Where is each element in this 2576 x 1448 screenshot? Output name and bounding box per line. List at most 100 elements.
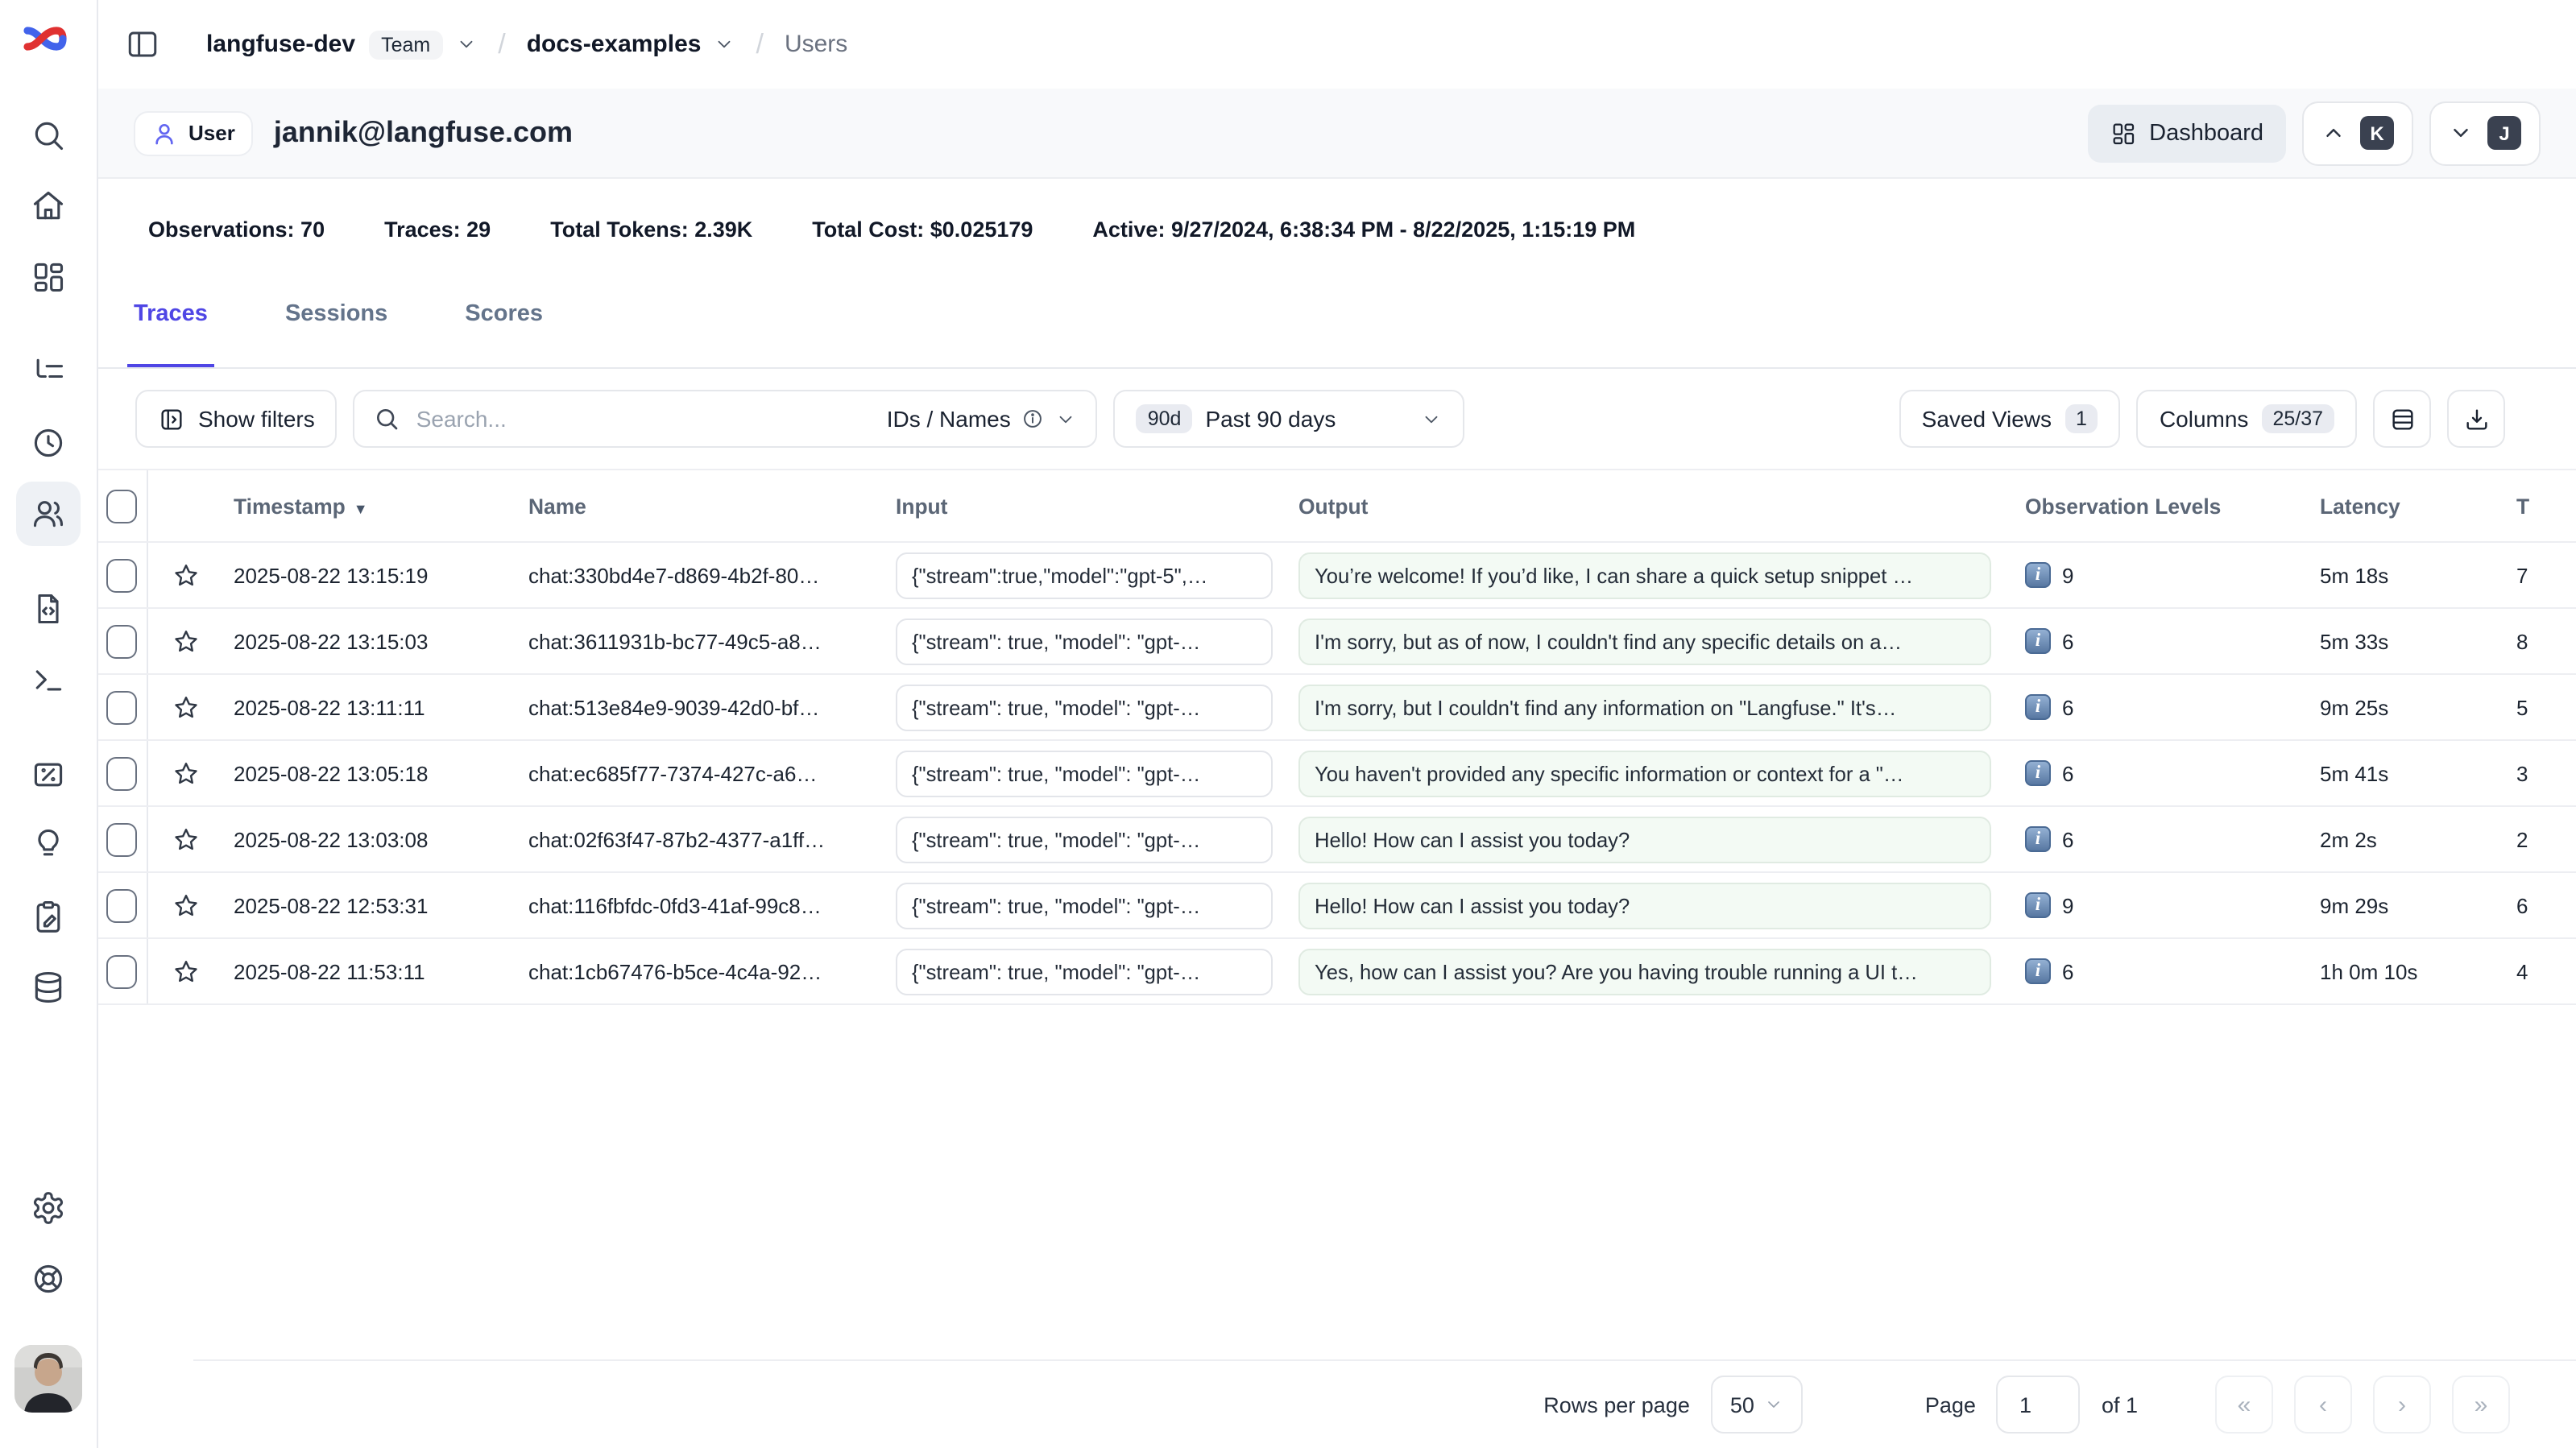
sidebar-item-support[interactable] (16, 1247, 81, 1311)
table-row[interactable]: 2025-08-22 13:03:08 chat:02f63f47-87b2-4… (97, 807, 2576, 873)
table-row[interactable]: 2025-08-22 13:11:11 chat:513e84e9-9039-4… (97, 675, 2576, 741)
tab-traces[interactable]: Traces (127, 279, 214, 367)
cell-output[interactable]: Hello! How can I assist you today? (1298, 816, 1991, 863)
table-row[interactable]: 2025-08-22 12:53:31 chat:116fbfdc-0fd3-4… (97, 873, 2576, 939)
cell-output[interactable]: You haven't provided any specific inform… (1298, 750, 1991, 796)
chevron-up-icon (2321, 121, 2346, 145)
star-icon[interactable] (172, 892, 199, 919)
column-header-timestamp[interactable]: Timestamp▼ (222, 494, 528, 518)
star-icon[interactable] (172, 958, 199, 985)
row-checkbox[interactable] (106, 954, 137, 988)
breadcrumb-environment[interactable]: docs-examples (527, 31, 702, 58)
row-height-button[interactable] (2373, 390, 2431, 448)
column-header-observation-levels[interactable]: Observation Levels (2014, 494, 2320, 518)
cell-output[interactable]: I'm sorry, but as of now, I couldn't fin… (1298, 618, 1991, 664)
star-icon[interactable] (172, 825, 199, 853)
column-header-input[interactable]: Input (888, 494, 1289, 518)
chevron-down-icon (2449, 121, 2473, 145)
column-header-name[interactable]: Name (528, 494, 888, 518)
sidebar-item-annotation[interactable] (16, 884, 81, 949)
cell-output[interactable]: Hello! How can I assist you today? (1298, 882, 1991, 929)
row-checkbox[interactable] (106, 624, 137, 658)
page-of-label: of 1 (2102, 1392, 2138, 1417)
tab-sessions[interactable]: Sessions (279, 279, 394, 367)
page-number-input[interactable] (1997, 1376, 2081, 1434)
cell-timestamp: 2025-08-22 13:11:11 (222, 695, 528, 719)
traces-table: Timestamp▼ Name Input Output Observation… (97, 469, 2576, 1005)
sidebar-item-insights[interactable] (16, 812, 81, 876)
sidebar-toggle-button[interactable] (118, 20, 166, 68)
saved-views-button[interactable]: Saved Views 1 (1899, 390, 2121, 448)
square-percent-icon (31, 757, 66, 792)
show-filters-button[interactable]: Show filters (135, 390, 338, 448)
cell-tokens-partial: 7 (2510, 563, 2576, 587)
next-item-button[interactable]: J (2429, 101, 2541, 165)
search-scope-dropdown[interactable]: IDs / Names (887, 406, 1077, 432)
sidebar-item-tracing[interactable] (16, 340, 81, 404)
cell-output[interactable]: I'm sorry, but I couldn't find any infor… (1298, 684, 1991, 730)
sidebar-search-button[interactable] (16, 103, 81, 168)
next-page-button[interactable]: › (2373, 1376, 2431, 1434)
column-header-latency[interactable]: Latency (2320, 494, 2510, 518)
cell-output[interactable]: Yes, how can I assist you? Are you havin… (1298, 948, 1991, 995)
row-checkbox[interactable] (106, 558, 137, 592)
star-icon[interactable] (172, 561, 199, 589)
rows-icon (2388, 405, 2416, 432)
row-checkbox[interactable] (106, 888, 137, 922)
sidebar-item-settings[interactable] (16, 1176, 81, 1240)
cell-output[interactable]: You’re welcome! If you’d like, I can sha… (1298, 552, 1991, 598)
cell-input[interactable]: {"stream": true, "model": "gpt-… (896, 816, 1273, 863)
cell-input[interactable]: {"stream": true, "model": "gpt-… (896, 684, 1273, 730)
star-icon[interactable] (172, 627, 199, 655)
first-page-button[interactable]: « (2215, 1376, 2273, 1434)
row-checkbox[interactable] (106, 822, 137, 856)
cell-input[interactable]: {"stream": true, "model": "gpt-… (896, 948, 1273, 995)
date-range-dropdown[interactable]: 90d Past 90 days (1114, 390, 1465, 448)
table-row[interactable]: 2025-08-22 13:05:18 chat:ec685f77-7374-4… (97, 741, 2576, 807)
cell-input[interactable]: {"stream": true, "model": "gpt-… (896, 618, 1273, 664)
rows-per-page-select[interactable]: 50 (1711, 1376, 1803, 1434)
cell-name: chat:1cb67476-b5ce-4c4a-92… (528, 959, 888, 983)
cell-latency: 5m 33s (2320, 629, 2510, 653)
breadcrumb-project[interactable]: langfuse-dev (206, 31, 355, 58)
cell-input[interactable]: {"stream":true,"model":"gpt-5",… (896, 552, 1273, 598)
cell-observation-level-count: 6 (2062, 827, 2073, 851)
columns-button[interactable]: Columns 25/37 (2137, 390, 2357, 448)
sidebar-item-dashboards[interactable] (16, 245, 81, 309)
main-content: langfuse-dev Team / docs-examples / User… (97, 0, 2576, 1448)
last-page-button[interactable]: » (2452, 1376, 2510, 1434)
search-box[interactable]: IDs / Names (354, 390, 1098, 448)
sidebar-item-playground[interactable] (16, 647, 81, 712)
table-row[interactable]: 2025-08-22 11:53:11 chat:1cb67476-b5ce-4… (97, 939, 2576, 1005)
sidebar-item-datasets[interactable] (16, 955, 81, 1020)
row-checkbox[interactable] (106, 756, 137, 790)
breadcrumb-section[interactable]: Users (785, 31, 847, 58)
sidebar-item-sessions[interactable] (16, 411, 81, 475)
sidebar-item-users[interactable] (16, 482, 81, 546)
user-avatar[interactable] (14, 1345, 82, 1413)
search-input[interactable] (413, 404, 874, 433)
table-row[interactable]: 2025-08-22 13:15:19 chat:330bd4e7-d869-4… (97, 543, 2576, 609)
chevron-down-icon[interactable] (456, 34, 477, 55)
sidebar-item-evaluation[interactable] (16, 743, 81, 807)
langfuse-user-detail-page: langfuse-dev Team / docs-examples / User… (0, 0, 2576, 1448)
column-header-tokens[interactable]: T (2510, 494, 2576, 518)
table-row[interactable]: 2025-08-22 13:15:03 chat:3611931b-bc77-4… (97, 609, 2576, 675)
tab-bar: Traces Sessions Scores (97, 279, 2576, 369)
sidebar-item-prompts[interactable] (16, 577, 81, 641)
tab-scores[interactable]: Scores (458, 279, 549, 367)
previous-page-button[interactable]: ‹ (2294, 1376, 2352, 1434)
export-button[interactable] (2447, 390, 2505, 448)
cell-input[interactable]: {"stream": true, "model": "gpt-… (896, 882, 1273, 929)
select-all-checkbox[interactable] (106, 489, 137, 523)
row-checkbox[interactable] (106, 690, 137, 724)
star-icon[interactable] (172, 759, 199, 787)
chevron-down-icon[interactable] (714, 34, 735, 55)
langfuse-logo[interactable] (23, 19, 68, 58)
sidebar-item-home[interactable] (16, 174, 81, 238)
dashboard-button[interactable]: Dashboard (2088, 104, 2286, 162)
previous-item-button[interactable]: K (2302, 101, 2413, 165)
cell-input[interactable]: {"stream": true, "model": "gpt-… (896, 750, 1273, 796)
column-header-output[interactable]: Output (1289, 494, 2014, 518)
star-icon[interactable] (172, 693, 199, 721)
